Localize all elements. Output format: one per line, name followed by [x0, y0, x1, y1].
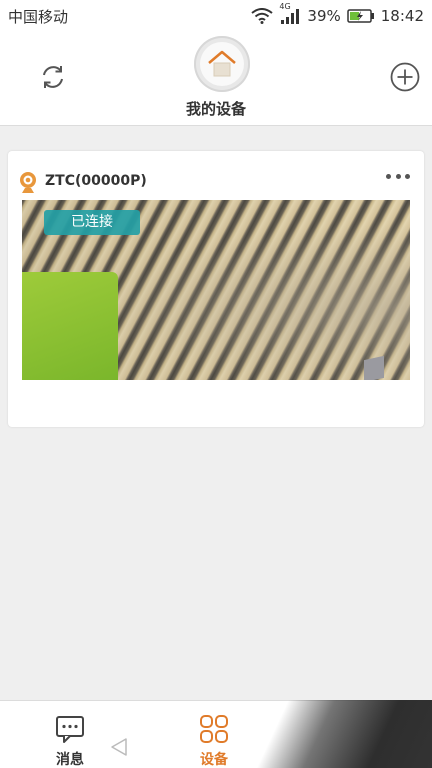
camera-preview[interactable]: 已连接	[22, 200, 410, 380]
battery-icon	[347, 9, 374, 23]
tab-messages-label: 消息	[56, 752, 84, 768]
back-nav-icon[interactable]	[108, 736, 130, 758]
more-dot	[395, 173, 401, 179]
preview-green-object	[22, 272, 118, 380]
refresh-icon	[43, 66, 63, 88]
status-indicators: 4G 39% 18:42	[251, 2, 424, 25]
home-icon	[208, 50, 236, 77]
bottom-tab-bar: 消息 设备	[0, 700, 432, 768]
add-icon	[390, 62, 420, 92]
more-dot	[386, 173, 391, 179]
device-name: ZTC(00000P)	[45, 173, 147, 189]
message-icon	[56, 716, 84, 743]
device-card[interactable]: ZTC(00000P) 已连接	[8, 151, 424, 427]
more-dot	[405, 173, 410, 179]
connection-status-badge: 已连接	[44, 210, 140, 235]
carrier-label: 中国移动	[8, 7, 69, 26]
app-header: 我的设备	[0, 32, 432, 126]
add-device-button[interactable]	[388, 60, 422, 94]
clock: 18:42	[380, 7, 424, 25]
wifi-icon	[251, 8, 274, 24]
tab-devices-label: 设备	[200, 752, 228, 768]
devices-grid-icon	[200, 715, 228, 743]
status-bar: 中国移动 4G 39% 18:42	[0, 0, 432, 32]
home-badge-inner	[200, 42, 244, 86]
preview-corner-object	[364, 355, 384, 380]
network-type-label: 4G	[279, 2, 291, 11]
page-title: 我的设备	[185, 100, 246, 118]
tab-messages[interactable]: 消息	[30, 701, 110, 768]
refresh-button[interactable]	[36, 60, 70, 94]
tab-devices[interactable]: 设备	[174, 701, 254, 768]
home-badge	[194, 36, 250, 92]
more-options-button[interactable]	[386, 169, 410, 183]
cell-signal: 4G	[279, 2, 301, 24]
camera-icon	[20, 172, 36, 193]
battery-percent: 39%	[307, 7, 341, 25]
